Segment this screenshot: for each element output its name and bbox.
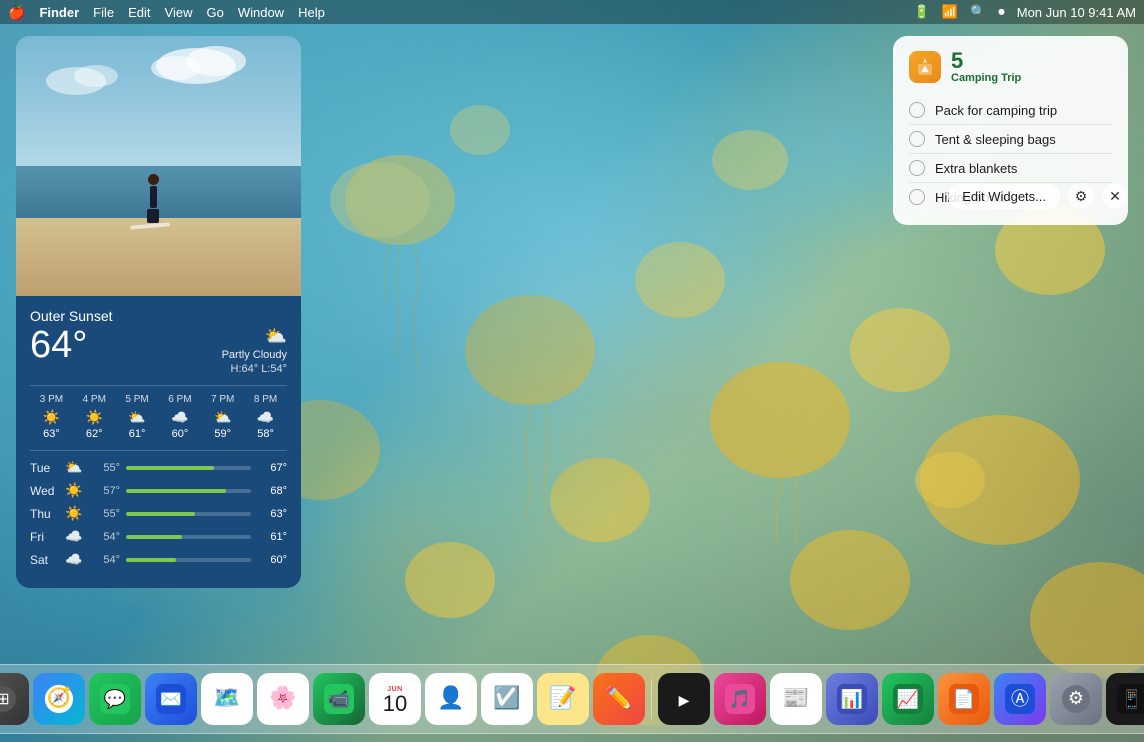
svg-text:👤: 👤 (437, 685, 464, 710)
dock-icon-calendar[interactable]: JUN 10 (369, 673, 421, 725)
help-menu[interactable]: Help (298, 5, 325, 20)
finder-menu[interactable]: Finder (39, 5, 79, 20)
search-icon[interactable]: 🔍 (970, 4, 986, 20)
reminders-list-name: Camping Trip (951, 72, 1021, 84)
dock-icon-safari[interactable]: 🧭 (33, 673, 85, 725)
dock-icon-keynote[interactable]: 📊 (826, 673, 878, 725)
weather-hi-lo: H:64° L:54° (222, 363, 287, 375)
weather-info: Outer Sunset 64° ⛅ Partly Cloudy H:64° L… (16, 296, 301, 588)
widget-controls: Edit Widgets... ⚙ ✕ (948, 183, 1128, 209)
weather-photo (16, 36, 301, 296)
reminder-text-1: Pack for camping trip (935, 103, 1057, 118)
svg-text:☑️: ☑️ (493, 685, 520, 710)
svg-text:🧭: 🧭 (47, 685, 72, 709)
reminder-checkbox-3[interactable] (909, 160, 925, 176)
dock-icon-music[interactable]: 🎵 (714, 673, 766, 725)
weather-widget: Outer Sunset 64° ⛅ Partly Cloudy H:64° L… (16, 36, 301, 588)
svg-text:🎵: 🎵 (729, 689, 751, 709)
view-menu[interactable]: View (165, 5, 193, 20)
daily-forecast: Tue ⛅ 55° 67° Wed ☀️ 57° 68° Thu ☀️ 55° … (30, 450, 287, 568)
dock-divider (651, 679, 652, 719)
dock-icon-maps[interactable]: 🗺️ (201, 673, 253, 725)
svg-text:📝: 📝 (549, 685, 576, 710)
reminders-app-icon: ⛰ (909, 51, 941, 83)
svg-text:📈: 📈 (897, 688, 919, 709)
dock-icon-reminders[interactable]: ☑️ (481, 673, 533, 725)
hourly-item-3: 5 PM ⛅ 61° (116, 394, 159, 440)
dock-icon-system-settings[interactable]: ⚙ (1050, 673, 1102, 725)
svg-text:🌸: 🌸 (269, 685, 296, 710)
svg-text:⊞: ⊞ (0, 691, 10, 708)
wifi-icon[interactable]: 📶 (942, 4, 958, 20)
hourly-item-4: 6 PM ☁️ 60° (158, 394, 201, 440)
window-menu[interactable]: Window (238, 5, 284, 20)
svg-text:📄: 📄 (953, 688, 975, 709)
dock: 🙂 ⊞ 🧭 💬 ✉️ 🗺️ 🌸 📹 JUN 10 👤 ☑️ 📝 (0, 664, 1144, 734)
svg-text:📱: 📱 (1121, 688, 1143, 709)
weather-sun-icon: ⛅ (222, 326, 287, 347)
hourly-item-1: 3 PM ☀️ 63° (30, 394, 73, 440)
reminders-header: ⛰ 5 Camping Trip (909, 50, 1112, 84)
dock-icon-appletv[interactable]: ▶ (658, 673, 710, 725)
edit-menu[interactable]: Edit (128, 5, 150, 20)
daily-row-fri: Fri ☁️ 54° 61° (30, 528, 287, 545)
daily-row-wed: Wed ☀️ 57° 68° (30, 482, 287, 499)
hourly-item-2: 4 PM ☀️ 62° (73, 394, 116, 440)
dock-icon-pages[interactable]: 📄 (938, 673, 990, 725)
svg-text:🗺️: 🗺️ (213, 685, 240, 710)
reminders-count: 5 (951, 50, 1021, 72)
dock-icon-messages[interactable]: 💬 (89, 673, 141, 725)
dock-icon-facetime[interactable]: 📹 (313, 673, 365, 725)
reminder-checkbox-2[interactable] (909, 131, 925, 147)
weather-temperature: 64° (30, 326, 87, 364)
svg-text:✏️: ✏️ (605, 684, 632, 710)
reminder-item-3: Extra blankets (909, 154, 1112, 183)
dock-icon-notes[interactable]: 📝 (537, 673, 589, 725)
widget-close-button[interactable]: ✕ (1102, 183, 1128, 209)
widget-settings-button[interactable]: ⚙ (1068, 183, 1094, 209)
apple-menu[interactable]: 🍎 (8, 4, 25, 21)
weather-location: Outer Sunset (30, 308, 287, 324)
hourly-item-5: 7 PM ⛅ 59° (201, 394, 244, 440)
reminder-item-2: Tent & sleeping bags (909, 125, 1112, 154)
svg-text:Ⓐ: Ⓐ (1011, 689, 1029, 709)
daily-row-tue: Tue ⛅ 55° 67° (30, 459, 287, 476)
svg-text:📰: 📰 (782, 685, 809, 710)
dock-icon-iphone-mirroring[interactable]: 📱 (1106, 673, 1144, 725)
battery-icon[interactable]: 🔋 (914, 4, 930, 20)
svg-text:📊: 📊 (841, 688, 863, 709)
reminder-text-2: Tent & sleeping bags (935, 132, 1056, 147)
daily-row-thu: Thu ☀️ 55° 63° (30, 505, 287, 522)
menubar: 🍎 Finder File Edit View Go Window Help 🔋… (0, 0, 1144, 24)
daily-row-sat: Sat ☁️ 54° 60° (30, 551, 287, 568)
dock-icon-news[interactable]: 📰 (770, 673, 822, 725)
dock-icon-launchpad[interactable]: ⊞ (0, 673, 29, 725)
dock-icon-numbers[interactable]: 📈 (882, 673, 934, 725)
weather-condition: Partly Cloudy (222, 349, 287, 361)
datetime-display[interactable]: Mon Jun 10 9:41 AM (1017, 5, 1136, 20)
file-menu[interactable]: File (93, 5, 114, 20)
reminder-item-1: Pack for camping trip (909, 96, 1112, 125)
dock-icon-photos[interactable]: 🌸 (257, 673, 309, 725)
svg-text:▶: ▶ (679, 692, 690, 708)
reminder-checkbox-1[interactable] (909, 102, 925, 118)
reminder-text-3: Extra blankets (935, 161, 1017, 176)
edit-widgets-button[interactable]: Edit Widgets... (948, 184, 1060, 209)
svg-text:⚙: ⚙ (1068, 688, 1084, 708)
svg-text:⛰: ⛰ (920, 64, 929, 74)
control-center-icon[interactable]: ⏺ (998, 4, 1005, 20)
dock-icon-contacts[interactable]: 👤 (425, 673, 477, 725)
reminder-checkbox-4[interactable] (909, 189, 925, 205)
go-menu[interactable]: Go (206, 5, 223, 20)
svg-text:✉️: ✉️ (160, 689, 182, 709)
dock-icon-appstore[interactable]: Ⓐ (994, 673, 1046, 725)
hourly-item-6: 8 PM ☁️ 58° (244, 394, 287, 440)
hourly-forecast: 3 PM ☀️ 63° 4 PM ☀️ 62° 5 PM ⛅ 61° 6 PM … (30, 385, 287, 440)
dock-icon-freeform[interactable]: ✏️ (593, 673, 645, 725)
svg-text:💬: 💬 (104, 688, 126, 709)
dock-icon-mail[interactable]: ✉️ (145, 673, 197, 725)
svg-text:📹: 📹 (328, 689, 350, 709)
